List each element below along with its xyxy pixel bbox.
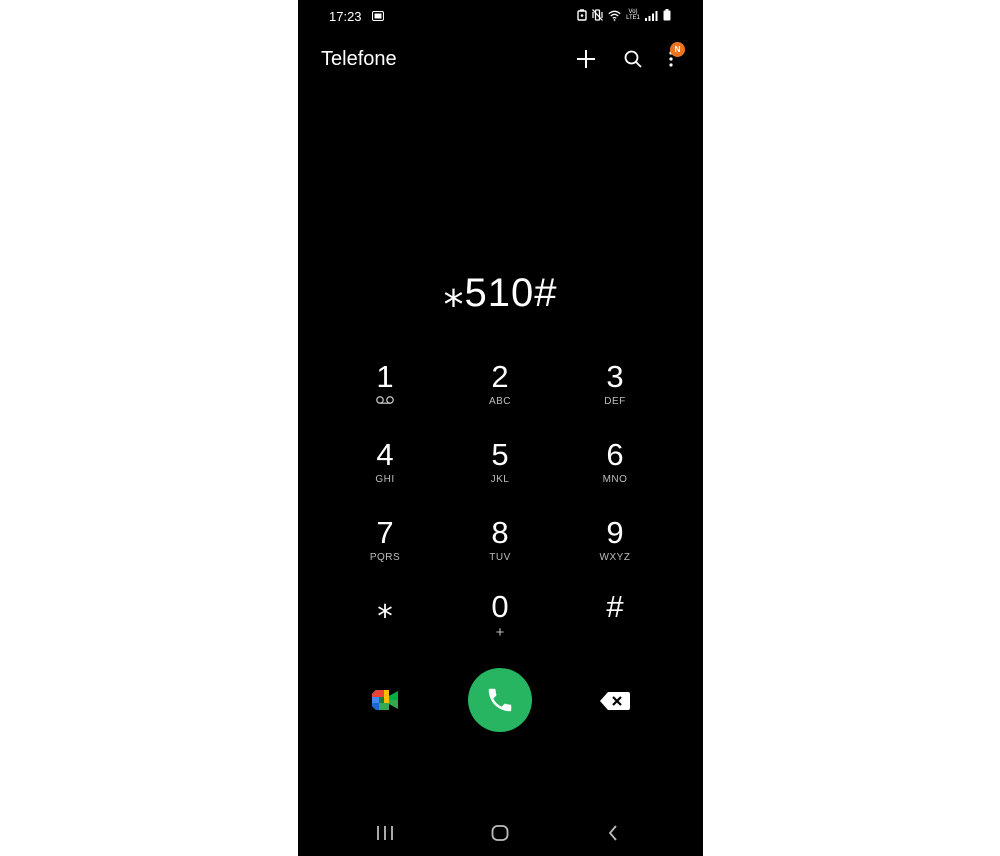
key-0[interactable]: 0 + [455, 590, 545, 650]
recents-button[interactable] [373, 822, 397, 844]
key-5[interactable]: 5 JKL [455, 438, 545, 498]
call-button[interactable] [468, 668, 532, 732]
key-1[interactable]: 1 [340, 360, 430, 420]
nfc-icon [577, 9, 587, 21]
key-digit: # [606, 589, 624, 624]
search-icon [624, 50, 642, 68]
backspace-icon [600, 692, 630, 710]
key-digit: 5 [491, 437, 509, 472]
recents-icon [377, 826, 393, 840]
key-letters: JKL [490, 474, 510, 485]
add-contact-button[interactable] [573, 46, 599, 72]
key-hash[interactable]: # [570, 590, 660, 650]
status-time: 17:23 [329, 9, 362, 24]
voicemail-icon [376, 396, 394, 404]
key-digit: 7 [376, 515, 394, 550]
google-meet-icon [372, 690, 398, 710]
plus-icon [577, 50, 595, 68]
key-plus: + [495, 624, 505, 641]
battery-icon [663, 9, 671, 21]
lte-label: LTE1 [626, 15, 640, 21]
page-title: Telefone [321, 48, 397, 70]
key-digit: 9 [606, 515, 624, 550]
phone-screen: 17:23 Vo) LTE1 Telefone N ⁎510# 1 2 ABC … [298, 0, 703, 856]
network-type: Vo) LTE1 [626, 9, 640, 21]
key-4[interactable]: 4 GHI [340, 438, 430, 498]
notification-badge: N [670, 42, 685, 57]
video-call-button[interactable] [370, 688, 400, 712]
wifi-icon [608, 10, 621, 21]
key-letters: ABC [488, 396, 512, 407]
key-letters: TUV [489, 552, 511, 563]
home-icon [491, 825, 509, 841]
key-letters: WXYZ [599, 552, 631, 563]
key-digit: ⁎ [377, 589, 393, 624]
backspace-button[interactable] [599, 690, 631, 712]
key-letters: DEF [604, 396, 626, 407]
back-icon [608, 825, 617, 841]
key-digit: 0 [491, 589, 509, 624]
key-7[interactable]: 7 PQRS [340, 516, 430, 576]
key-3[interactable]: 3 DEF [570, 360, 660, 420]
key-letters: MNO [602, 474, 628, 485]
key-6[interactable]: 6 MNO [570, 438, 660, 498]
key-letters: GHI [375, 474, 395, 485]
phone-icon [488, 688, 512, 712]
dialed-number[interactable]: ⁎510# [298, 270, 703, 316]
key-9[interactable]: 9 WXYZ [570, 516, 660, 576]
vibrate-icon [592, 9, 604, 21]
key-digit: 6 [606, 437, 624, 472]
search-button[interactable] [620, 46, 646, 72]
signal-icon [645, 10, 658, 21]
key-digit: 8 [491, 515, 509, 550]
key-digit: 1 [376, 359, 394, 394]
key-letters: PQRS [369, 552, 401, 563]
key-2[interactable]: 2 ABC [455, 360, 545, 420]
key-digit: 3 [606, 359, 624, 394]
key-digit: 4 [376, 437, 394, 472]
notification-icon [372, 11, 384, 21]
key-star[interactable]: ⁎ [340, 590, 430, 650]
home-button[interactable] [488, 822, 512, 844]
key-digit: 2 [491, 359, 509, 394]
status-icons: Vo) LTE1 [577, 9, 671, 21]
key-8[interactable]: 8 TUV [455, 516, 545, 576]
back-button[interactable] [601, 822, 625, 844]
